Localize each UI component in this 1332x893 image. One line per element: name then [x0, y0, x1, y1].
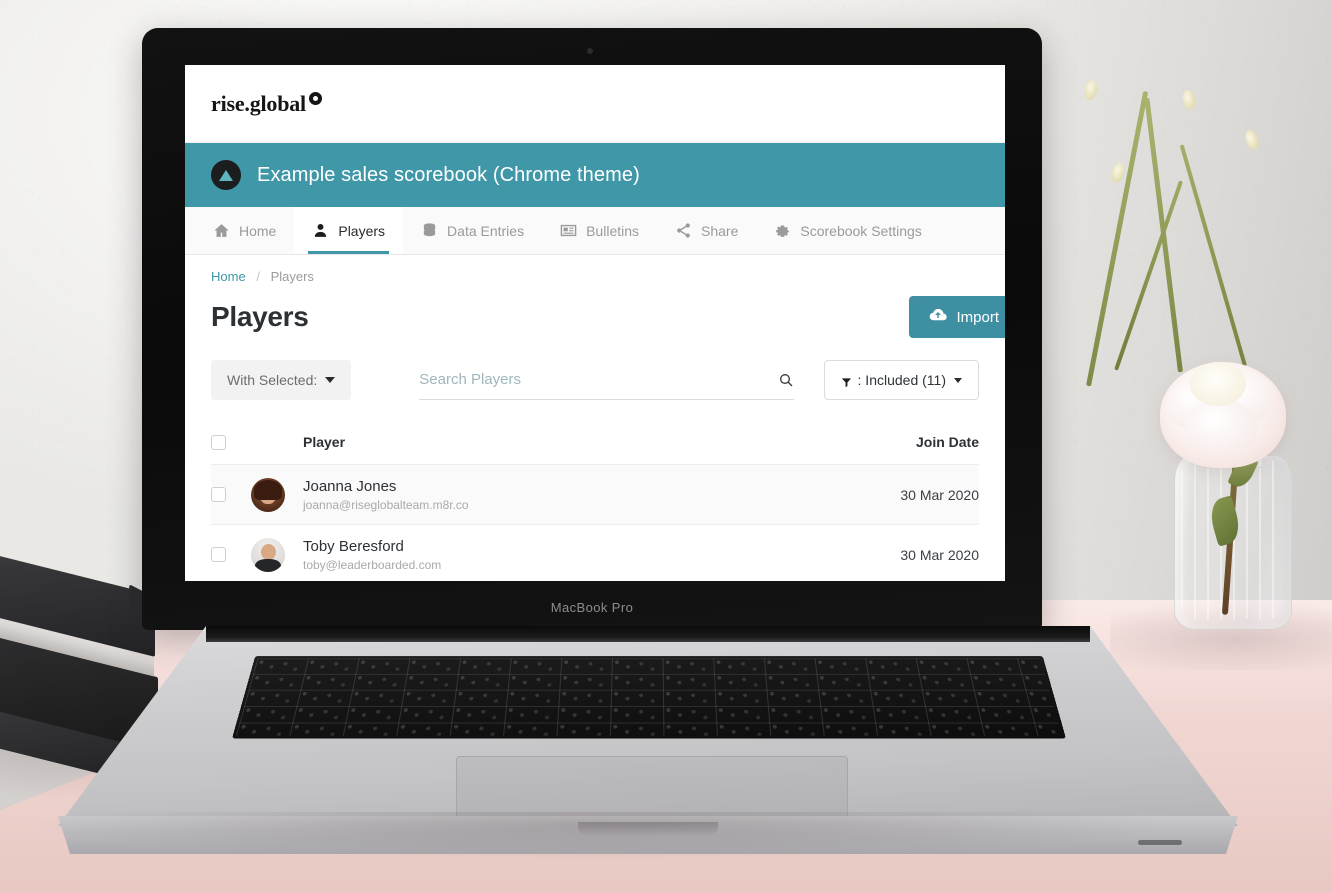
filter-dropdown[interactable]: : Included (11) — [823, 360, 979, 400]
webcam-icon — [587, 48, 593, 54]
device-label: MacBook Pro — [550, 600, 634, 615]
home-icon — [213, 222, 230, 239]
chevron-down-icon — [325, 377, 336, 383]
row-checkbox[interactable] — [211, 487, 226, 502]
filter-label: : Included (11) — [857, 372, 946, 388]
tab-share-label: Share — [701, 222, 739, 239]
main-nav-tabs: Home Players Data Entries Bulletins Shar… — [185, 207, 1005, 255]
breadcrumb-current: Players — [270, 269, 314, 284]
search-input[interactable] — [419, 371, 794, 388]
user-icon — [312, 222, 329, 239]
table-header-row: Player Join Date — [211, 424, 979, 465]
row-select-cell[interactable] — [211, 487, 251, 502]
column-header-join-date[interactable]: Join Date — [829, 434, 979, 450]
breadcrumb-separator: / — [256, 269, 260, 284]
page-title: Players — [211, 301, 309, 332]
tab-bulletins-label: Bulletins — [586, 222, 640, 239]
tab-share[interactable]: Share — [657, 207, 756, 254]
tab-players[interactable]: Players — [294, 207, 404, 254]
rise-logo-mark-icon — [308, 91, 322, 105]
row-checkbox[interactable] — [211, 547, 226, 562]
laptop-screen: rise.global Example sales scorebook (Chr… — [185, 65, 1005, 581]
player-email: toby@leaderboarded.com — [303, 557, 442, 572]
laptop-shadow — [40, 812, 1160, 858]
app-topbar: rise.global — [185, 65, 1005, 143]
with-selected-label: With Selected: — [227, 372, 318, 388]
scorebook-header: Example sales scorebook (Chrome theme) — [185, 143, 1005, 207]
column-header-player[interactable]: Player — [303, 434, 829, 450]
tab-home[interactable]: Home — [195, 207, 294, 254]
database-icon — [421, 222, 438, 239]
row-select-cell[interactable] — [211, 547, 251, 562]
laptop-hinge — [206, 626, 1090, 642]
table-row[interactable]: Toby Beresford toby@leaderboarded.com 30… — [211, 525, 979, 581]
tab-players-label: Players — [338, 222, 386, 239]
avatar — [251, 537, 285, 572]
funnel-icon — [841, 375, 852, 387]
brand-logo[interactable]: rise.global — [211, 91, 322, 117]
tab-data-entries[interactable]: Data Entries — [403, 207, 542, 254]
share-icon — [675, 222, 692, 239]
search-field[interactable] — [419, 360, 794, 400]
avatar-cell — [251, 477, 303, 512]
newspaper-icon — [560, 222, 577, 239]
gear-icon — [774, 222, 791, 239]
join-date-cell: 30 Mar 2020 — [900, 546, 979, 563]
select-all-checkbox[interactable] — [211, 434, 226, 450]
macbook-pro: MacBook Pro rise.global Example sales sc… — [58, 28, 1238, 854]
with-selected-dropdown[interactable]: With Selected: — [211, 360, 352, 400]
cloud-upload-icon — [929, 306, 948, 328]
player-cell: Toby Beresford toby@leaderboarded.com — [303, 538, 829, 572]
breadcrumb: Home / Players — [211, 269, 979, 284]
avatar — [251, 477, 285, 512]
import-button-label: Import — [956, 308, 999, 326]
brand-name: rise.global — [211, 90, 306, 116]
rise-global-app: rise.global Example sales scorebook (Chr… — [185, 65, 1005, 581]
tab-home-label: Home — [239, 222, 277, 239]
tab-scorebook-settings[interactable]: Scorebook Settings — [756, 207, 939, 254]
keyboard-key-legends — [235, 658, 1063, 736]
photo-scene: MacBook Pro rise.global Example sales sc… — [0, 0, 1332, 893]
players-table: Player Join Date Joanna Jones joanna@ris… — [211, 424, 979, 581]
scorebook-triangle-icon — [211, 160, 241, 190]
tab-scorebook-settings-label: Scorebook Settings — [800, 222, 922, 239]
player-email: joanna@riseglobalteam.m8r.co — [303, 497, 469, 512]
players-toolbar: With Selected: Search Players: Included… — [211, 360, 979, 400]
page-content: Home / Players Players Import With Selec… — [185, 255, 1005, 581]
import-button[interactable]: Import — [909, 296, 1005, 338]
tab-bulletins[interactable]: Bulletins — [542, 207, 657, 254]
page-title-row: Players Import — [211, 296, 1005, 338]
keyboard[interactable] — [231, 655, 1067, 739]
avatar-cell — [251, 537, 303, 572]
player-name[interactable]: Joanna Jones — [303, 478, 829, 495]
player-name[interactable]: Toby Beresford — [303, 538, 829, 555]
scorebook-title: Example sales scorebook (Chrome theme) — [257, 163, 640, 186]
breadcrumb-home-link[interactable]: Home — [211, 269, 246, 284]
player-cell: Joanna Jones joanna@riseglobalteam.m8r.c… — [303, 478, 829, 512]
join-date-cell: 30 Mar 2020 — [900, 486, 979, 503]
chevron-down-icon — [954, 377, 962, 383]
select-all-cell[interactable] — [211, 434, 251, 450]
search-icon[interactable] — [778, 372, 794, 388]
tab-data-entries-label: Data Entries — [447, 222, 525, 239]
table-row[interactable]: Joanna Jones joanna@riseglobalteam.m8r.c… — [211, 465, 979, 525]
